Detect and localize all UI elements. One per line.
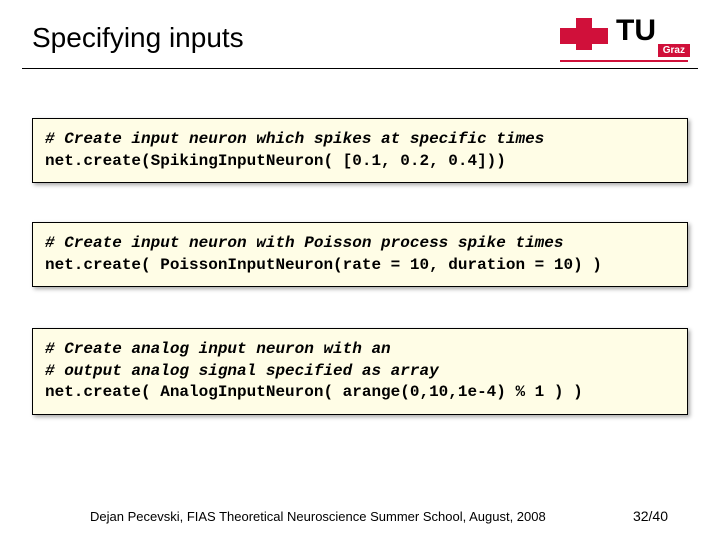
title-row: Specifying inputs TU Graz xyxy=(0,12,720,72)
code-comment: # output analog signal specified as arra… xyxy=(45,361,675,383)
title-rule xyxy=(22,68,698,69)
logo-text: TU xyxy=(616,14,656,48)
code-line: net.create( PoissonInputNeuron(rate = 10… xyxy=(45,255,675,277)
code-box-2: # Create input neuron with Poisson proce… xyxy=(32,222,688,287)
page-title: Specifying inputs xyxy=(32,22,244,54)
slide: Specifying inputs TU Graz # Create input… xyxy=(0,0,720,540)
code-line: net.create(SpikingInputNeuron( [0.1, 0.2… xyxy=(45,151,675,173)
code-comment: # Create analog input neuron with an xyxy=(45,339,675,361)
code-box-3: # Create analog input neuron with an # o… xyxy=(32,328,688,415)
tu-graz-logo: TU Graz xyxy=(560,16,700,64)
code-line: net.create( AnalogInputNeuron( arange(0,… xyxy=(45,382,675,404)
logo-sub: Graz xyxy=(658,44,690,57)
code-box-1: # Create input neuron which spikes at sp… xyxy=(32,118,688,183)
page-number: 32/40 xyxy=(633,508,668,524)
code-comment: # Create input neuron with Poisson proce… xyxy=(45,233,675,255)
footer: Dejan Pecevski, FIAS Theoretical Neurosc… xyxy=(0,508,720,524)
footer-credit: Dejan Pecevski, FIAS Theoretical Neurosc… xyxy=(90,509,546,524)
code-comment: # Create input neuron which spikes at sp… xyxy=(45,129,675,151)
logo-underline xyxy=(560,60,688,62)
